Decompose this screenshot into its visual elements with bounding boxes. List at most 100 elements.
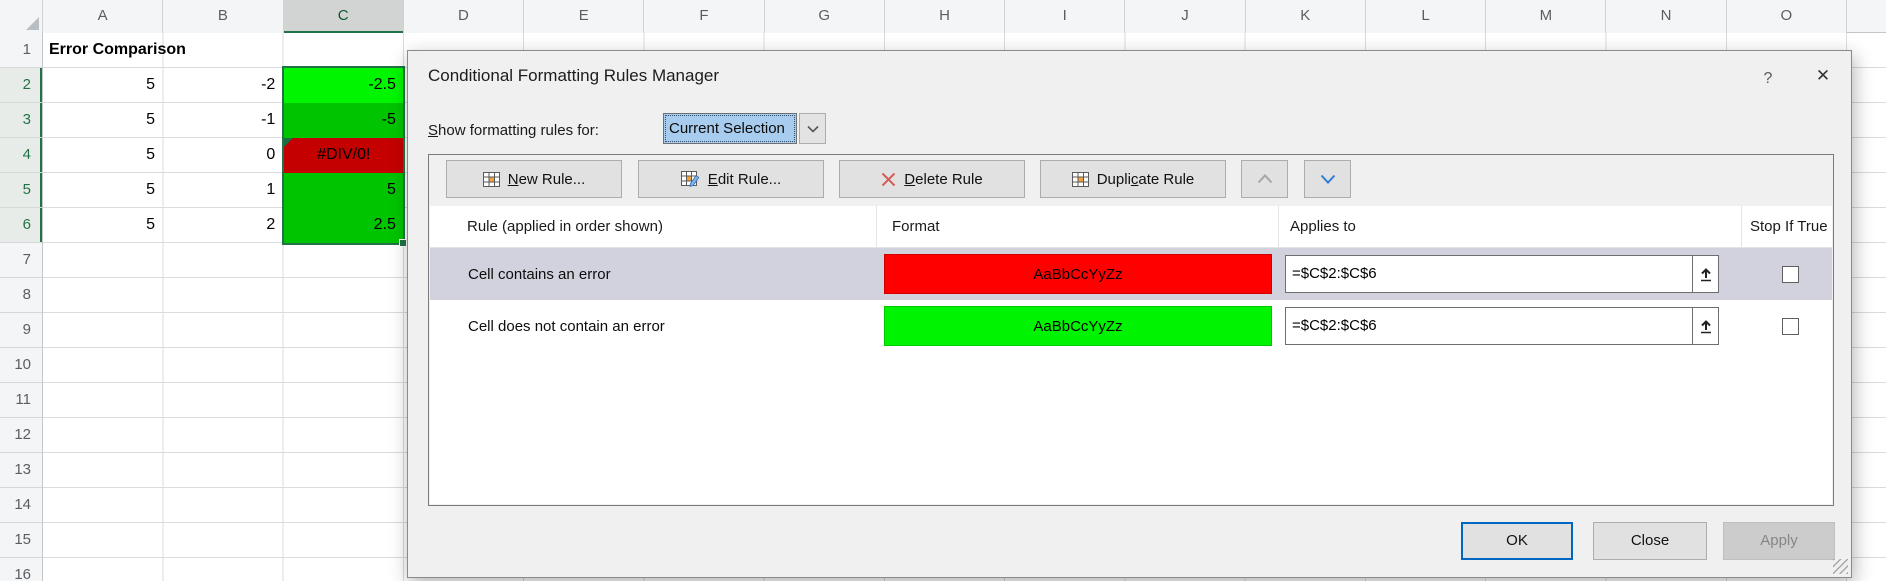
- column-c-cells: -2.5 -5 #DIV/0! 5: [284, 68, 404, 243]
- close-button[interactable]: Close: [1593, 522, 1707, 560]
- row-header[interactable]: 2: [0, 68, 42, 103]
- header-format: Format: [877, 206, 1279, 248]
- applies-to-input[interactable]: =$C$2:$C$6: [1285, 307, 1693, 345]
- row-header-column: 1 2 3 4 5 6 7 8 9 10 11 12: [0, 33, 43, 581]
- column-header[interactable]: M: [1486, 0, 1606, 33]
- table-grid-icon: [483, 172, 500, 187]
- collapse-dialog-button[interactable]: [1692, 255, 1719, 293]
- header-stop-if-true: Stop If True: [1742, 206, 1832, 248]
- header-applies-to: Applies to: [1279, 206, 1742, 248]
- row-header[interactable]: 5: [0, 173, 42, 208]
- format-preview-swatch: AaBbCcYyZz: [884, 254, 1272, 294]
- column-header[interactable]: E: [524, 0, 644, 33]
- row-header[interactable]: 14: [0, 488, 42, 523]
- close-icon[interactable]: ✕: [1806, 61, 1840, 91]
- stop-if-true-checkbox[interactable]: [1782, 318, 1799, 335]
- cell[interactable]: 5: [43, 173, 162, 208]
- column-header[interactable]: F: [644, 0, 764, 33]
- column-header[interactable]: L: [1366, 0, 1486, 33]
- row-header[interactable]: 16: [0, 558, 42, 581]
- delete-rule-button[interactable]: Delete Rule: [839, 160, 1025, 198]
- rule-applies-cell: =$C$2:$C$6: [1279, 307, 1742, 345]
- cell-a1-title[interactable]: Error Comparison: [49, 33, 186, 68]
- new-rule-button[interactable]: New Rule...: [446, 160, 622, 198]
- row-header[interactable]: 9: [0, 313, 42, 348]
- rule-row[interactable]: Cell does not contain an error AaBbCcYyZ…: [430, 300, 1832, 352]
- column-header[interactable]: D: [404, 0, 524, 33]
- select-all-button[interactable]: [0, 0, 43, 33]
- row-header[interactable]: 4: [0, 138, 42, 173]
- move-rule-down-button[interactable]: [1304, 160, 1351, 198]
- rule-row[interactable]: Cell contains an error AaBbCcYyZz =$C$2:…: [430, 248, 1832, 300]
- show-rules-for-label: Show formatting rules for:: [428, 122, 599, 139]
- scope-dropdown-value[interactable]: Current Selection: [663, 113, 797, 144]
- cell-conditional-format[interactable]: 2.5: [284, 208, 404, 243]
- row-header[interactable]: 8: [0, 278, 42, 313]
- ok-button[interactable]: OK: [1461, 522, 1573, 560]
- cell[interactable]: -2: [163, 68, 282, 103]
- row-header[interactable]: 11: [0, 383, 42, 418]
- cell[interactable]: 5: [43, 208, 162, 243]
- rules-list-header: Rule (applied in order shown) Format App…: [430, 206, 1832, 248]
- column-header[interactable]: K: [1246, 0, 1366, 33]
- cell[interactable]: 5: [43, 138, 162, 173]
- stop-if-true-checkbox[interactable]: [1782, 266, 1799, 283]
- format-preview-swatch: AaBbCcYyZz: [884, 306, 1272, 346]
- rule-applies-cell: =$C$2:$C$6: [1279, 255, 1742, 293]
- column-header[interactable]: B: [163, 0, 283, 33]
- help-icon[interactable]: ?: [1756, 67, 1780, 91]
- rules-rows: Cell contains an error AaBbCcYyZz =$C$2:…: [430, 248, 1832, 352]
- cell-conditional-format[interactable]: -2.5: [284, 68, 404, 103]
- cell[interactable]: 1: [163, 173, 282, 208]
- table-grid-icon: [1072, 172, 1089, 187]
- select-all-triangle-icon: [26, 17, 39, 30]
- resize-grip[interactable]: [1833, 559, 1848, 574]
- error-indicator-icon: [284, 138, 293, 147]
- delete-rule-label: Delete Rule: [904, 171, 982, 188]
- red-x-icon: [881, 172, 896, 187]
- row-header[interactable]: 6: [0, 208, 42, 243]
- scope-dropdown[interactable]: Current Selection: [663, 113, 826, 144]
- column-header[interactable]: G: [765, 0, 885, 33]
- column-header[interactable]: N: [1606, 0, 1726, 33]
- edit-rule-button[interactable]: Edit Rule...: [638, 160, 824, 198]
- cell[interactable]: -1: [163, 103, 282, 138]
- column-header-filler: [1847, 0, 1886, 32]
- chevron-up-icon: [1257, 174, 1273, 184]
- column-header[interactable]: A: [43, 0, 163, 33]
- row-header[interactable]: 15: [0, 523, 42, 558]
- rule-stop-cell: [1742, 318, 1832, 335]
- column-header[interactable]: J: [1125, 0, 1245, 33]
- apply-button[interactable]: Apply: [1723, 522, 1835, 560]
- cell-conditional-format[interactable]: 5: [284, 173, 404, 208]
- column-header[interactable]: I: [1005, 0, 1125, 33]
- conditional-formatting-rules-manager-dialog: Conditional Formatting Rules Manager ? ✕…: [407, 50, 1852, 578]
- cell[interactable]: 0: [163, 138, 282, 173]
- rule-name: Cell contains an error: [430, 266, 877, 283]
- row-header[interactable]: 7: [0, 243, 42, 278]
- chevron-down-icon[interactable]: [799, 113, 826, 144]
- rule-stop-cell: [1742, 266, 1832, 283]
- collapse-dialog-button[interactable]: [1692, 307, 1719, 345]
- cell[interactable]: 5: [43, 68, 162, 103]
- edit-rule-label: Edit Rule...: [708, 171, 781, 188]
- duplicate-rule-button[interactable]: Duplicate Rule: [1040, 160, 1226, 198]
- header-rule: Rule (applied in order shown): [430, 206, 877, 248]
- row-header[interactable]: 1: [0, 33, 42, 68]
- row-header[interactable]: 3: [0, 103, 42, 138]
- column-header[interactable]: H: [885, 0, 1005, 33]
- move-rule-up-button[interactable]: [1241, 160, 1288, 198]
- column-a-cells: 55555: [43, 68, 162, 243]
- cell-conditional-format[interactable]: -5: [284, 103, 404, 138]
- cell[interactable]: 2: [163, 208, 282, 243]
- cell[interactable]: 5: [43, 103, 162, 138]
- new-rule-label: New Rule...: [508, 171, 586, 188]
- row-header[interactable]: 10: [0, 348, 42, 383]
- row-header[interactable]: 13: [0, 453, 42, 488]
- applies-to-input[interactable]: =$C$2:$C$6: [1285, 255, 1693, 293]
- row-header[interactable]: 12: [0, 418, 42, 453]
- rule-format-cell: AaBbCcYyZz: [877, 306, 1279, 346]
- cell-conditional-format[interactable]: #DIV/0!: [284, 138, 404, 173]
- column-header[interactable]: C: [284, 0, 404, 33]
- column-header[interactable]: O: [1727, 0, 1847, 33]
